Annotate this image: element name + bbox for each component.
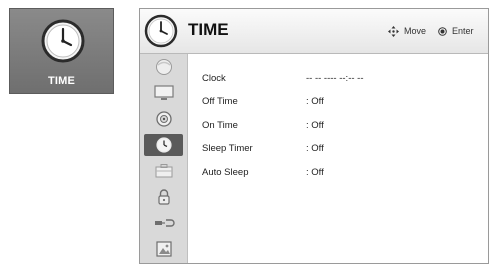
sidebar-item-time[interactable] bbox=[144, 134, 183, 156]
menu-item-value: : Off bbox=[306, 120, 324, 131]
menu-item-label: Off Time bbox=[202, 96, 238, 107]
category-tile-time[interactable]: TIME bbox=[9, 8, 114, 94]
menu-item-label: Auto Sleep bbox=[202, 167, 249, 178]
enter-hint-label: Enter bbox=[452, 26, 474, 36]
menu-item-value: : Off bbox=[306, 96, 324, 107]
clock-icon bbox=[41, 19, 85, 63]
page-title: TIME bbox=[188, 20, 229, 39]
picture-icon bbox=[155, 59, 172, 75]
menu-item-label: Sleep Timer bbox=[202, 143, 253, 154]
lock-icon bbox=[157, 189, 170, 205]
menu-item-label: Clock bbox=[202, 73, 226, 84]
move-hint: Move bbox=[388, 26, 427, 38]
input-icon bbox=[154, 219, 175, 227]
clock-icon bbox=[155, 137, 172, 153]
enter-dot-icon bbox=[438, 27, 447, 36]
sidebar-item-audio[interactable] bbox=[144, 108, 183, 130]
menu-item-value: -- -- ---- --:-- -- bbox=[306, 73, 364, 84]
audio-icon bbox=[155, 111, 172, 127]
time-menu-panel: TIME Move Enter Clock -- -- ---- --:-- -… bbox=[139, 8, 489, 264]
sidebar-item-lock[interactable] bbox=[144, 186, 183, 208]
sidebar-item-option[interactable] bbox=[144, 160, 183, 182]
move-hint-label: Move bbox=[404, 26, 427, 36]
photo-icon bbox=[155, 241, 172, 257]
enter-hint: Enter bbox=[438, 26, 474, 36]
sidebar-item-picture[interactable] bbox=[144, 56, 183, 78]
sidebar-item-input[interactable] bbox=[144, 212, 183, 234]
option-icon bbox=[155, 164, 172, 178]
sidebar-item-monitor[interactable] bbox=[144, 82, 183, 104]
sidebar-item-photo[interactable] bbox=[144, 238, 183, 260]
menu-item-value: : Off bbox=[306, 143, 324, 154]
category-tile-label: TIME bbox=[47, 75, 76, 87]
menu-item-value: : Off bbox=[306, 167, 324, 178]
menu-item-label: On Time bbox=[202, 120, 238, 131]
four-way-arrows-icon bbox=[388, 26, 399, 38]
clock-icon bbox=[144, 14, 178, 48]
category-sidebar bbox=[140, 54, 188, 263]
panel-header: TIME Move Enter bbox=[140, 9, 488, 54]
monitor-icon bbox=[153, 85, 174, 100]
